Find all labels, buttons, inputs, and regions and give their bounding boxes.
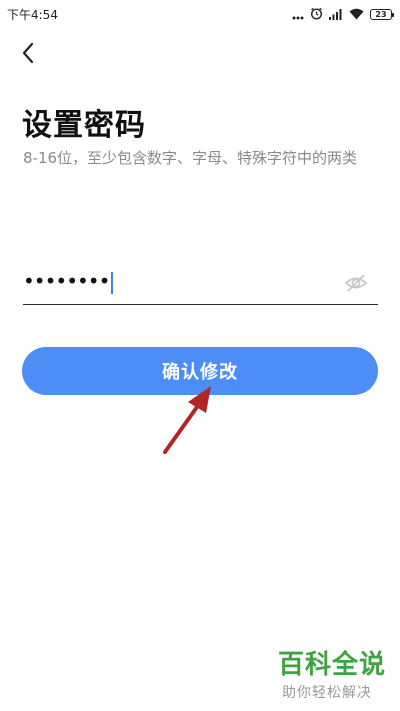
page-title: 设置密码 [22,108,146,143]
status-icons: 23 [292,5,394,24]
watermark-logo-text: 百科全说 [278,650,387,680]
password-input[interactable]: •••••••• [23,269,114,294]
battery-level: 23 [375,9,387,19]
password-field[interactable]: •••••••• [23,262,378,305]
password-requirements: 8-16位，至少包含数字、字母、特殊字符中的两类 [23,149,358,167]
chevron-left-icon [22,42,34,64]
password-value: •••••••• [23,269,110,293]
watermark-slogan: 助你轻松解决 [282,685,372,701]
alarm-icon [310,5,323,24]
battery-icon: 23 [370,8,394,20]
signal-icon [329,5,343,24]
red-arrow-annotation [163,386,211,454]
text-caret [111,271,114,294]
status-bar: 下午4:54 23 [0,0,400,28]
wifi-icon [349,5,364,24]
screen: 下午4:54 23 设置密码 8-16位，至少包含数字、字母、特殊字符中的两类 … [0,0,400,711]
password-visibility-toggle[interactable] [344,271,368,295]
back-button[interactable] [14,38,44,68]
eye-hidden-icon [344,274,368,292]
more-icon [292,5,304,24]
status-time: 下午4:54 [7,8,58,22]
watermark: 百科全说 助你轻松解决 [278,650,388,702]
